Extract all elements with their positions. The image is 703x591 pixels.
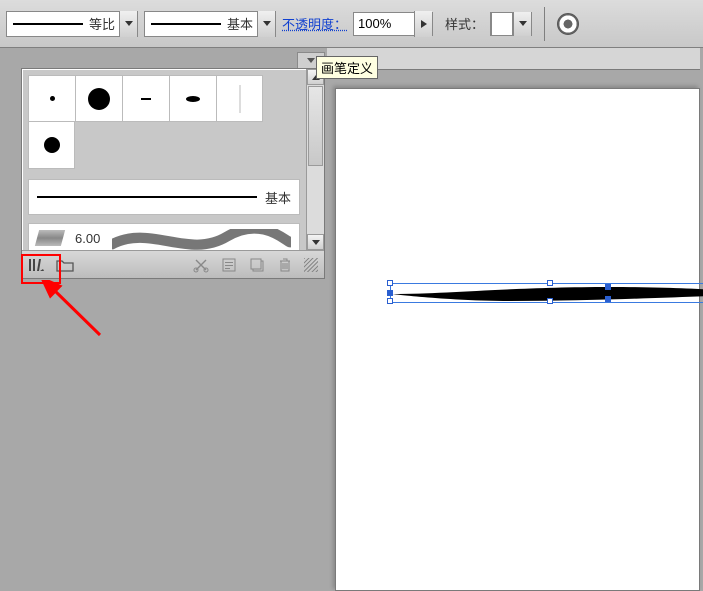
brush-panel-body: 基本 6.00 (22, 69, 324, 250)
opacity-label[interactable]: 不透明度： (282, 14, 347, 33)
chevron-right-icon (421, 20, 427, 28)
brush-row-artistic[interactable]: 6.00 (28, 223, 300, 250)
thinline-icon (239, 85, 241, 113)
resize-grip-icon[interactable] (304, 258, 318, 272)
chevron-down-icon (263, 21, 271, 26)
stroke-line-icon (151, 23, 221, 25)
trash-button[interactable] (276, 256, 294, 274)
brush-panel-footer (22, 250, 324, 278)
artboard[interactable] (335, 88, 700, 591)
scroll-down-button[interactable] (307, 234, 324, 250)
basic-line-icon (37, 196, 257, 198)
brush-definition-label: 基本 (227, 14, 253, 33)
anchor-point-bottom[interactable] (605, 296, 611, 302)
annotation-arrow-icon (40, 280, 120, 350)
bbox-handle-tl[interactable] (387, 280, 393, 286)
basic-brush-label: 基本 (265, 188, 291, 207)
style-swatch (491, 12, 513, 36)
canvas-viewport (327, 48, 700, 591)
brush-size-value: 6.00 (75, 231, 100, 246)
dot-small-icon (50, 96, 55, 101)
library-menu-button[interactable] (28, 256, 46, 274)
opacity-input[interactable] (354, 16, 414, 31)
tooltip-brush-definition: 画笔定义 (316, 56, 378, 79)
brush-panel-scrollbar[interactable] (306, 69, 324, 250)
style-label: 样式： (445, 14, 484, 33)
scrollbar-thumb[interactable] (308, 86, 323, 166)
toolbar-divider (544, 7, 545, 41)
brush-tile-dot-medium[interactable] (28, 122, 75, 169)
width-profile-selector[interactable]: 等比 (6, 11, 138, 37)
brush-panel: 基本 6.00 (21, 68, 325, 279)
stroke-line-icon (13, 23, 83, 25)
folder-button[interactable] (56, 256, 74, 274)
ruler-horizontal[interactable] (327, 48, 700, 70)
brush-tile-dot-large[interactable] (75, 75, 122, 122)
brush-tile-thinline[interactable] (216, 75, 263, 122)
brush-tile-dot-small[interactable] (28, 75, 75, 122)
calligraphic-thumb-icon (35, 230, 65, 246)
chevron-down-icon (519, 21, 527, 26)
info-button[interactable] (220, 256, 238, 274)
anchor-point-left[interactable] (387, 290, 393, 296)
opacity-dropdown-button[interactable] (414, 11, 432, 37)
dot-medium-icon (44, 137, 60, 153)
cut-button[interactable] (192, 256, 210, 274)
options-toolbar: 等比 基本 不透明度： 样式： (0, 0, 703, 48)
brush-tile-oval[interactable] (169, 75, 216, 122)
chevron-down-icon (307, 58, 315, 63)
gear-icon[interactable] (557, 13, 579, 35)
style-dropdown-button[interactable] (513, 12, 531, 36)
dash-icon (141, 98, 151, 100)
dot-large-icon (88, 88, 110, 110)
chevron-down-icon (125, 21, 133, 26)
selected-path[interactable] (390, 283, 699, 305)
brush-tile-dash[interactable] (122, 75, 169, 122)
brush-grid: 基本 6.00 (22, 69, 306, 250)
brush-row (28, 122, 300, 169)
width-profile-preview: 等比 (7, 12, 119, 36)
bbox-handle-bl[interactable] (387, 298, 393, 304)
wave-preview (112, 229, 291, 247)
bbox-handle-bm[interactable] (547, 298, 553, 304)
brush-definition-dropdown-button[interactable] (257, 11, 275, 37)
oval-icon (186, 96, 200, 102)
scrollbar-track[interactable] (307, 167, 324, 234)
bbox-handle-tm[interactable] (547, 280, 553, 286)
brush-row-basic[interactable]: 基本 (28, 179, 300, 215)
brush-definition-preview: 基本 (145, 12, 257, 36)
width-profile-dropdown-button[interactable] (119, 11, 137, 37)
anchor-point-top[interactable] (605, 284, 611, 290)
brush-row (28, 75, 300, 122)
new-button[interactable] (248, 256, 266, 274)
style-selector[interactable] (490, 12, 532, 36)
brush-definition-selector[interactable]: 基本 (144, 11, 276, 37)
opacity-field[interactable] (353, 12, 433, 36)
width-profile-label: 等比 (89, 14, 115, 33)
chevron-down-icon (312, 240, 320, 245)
